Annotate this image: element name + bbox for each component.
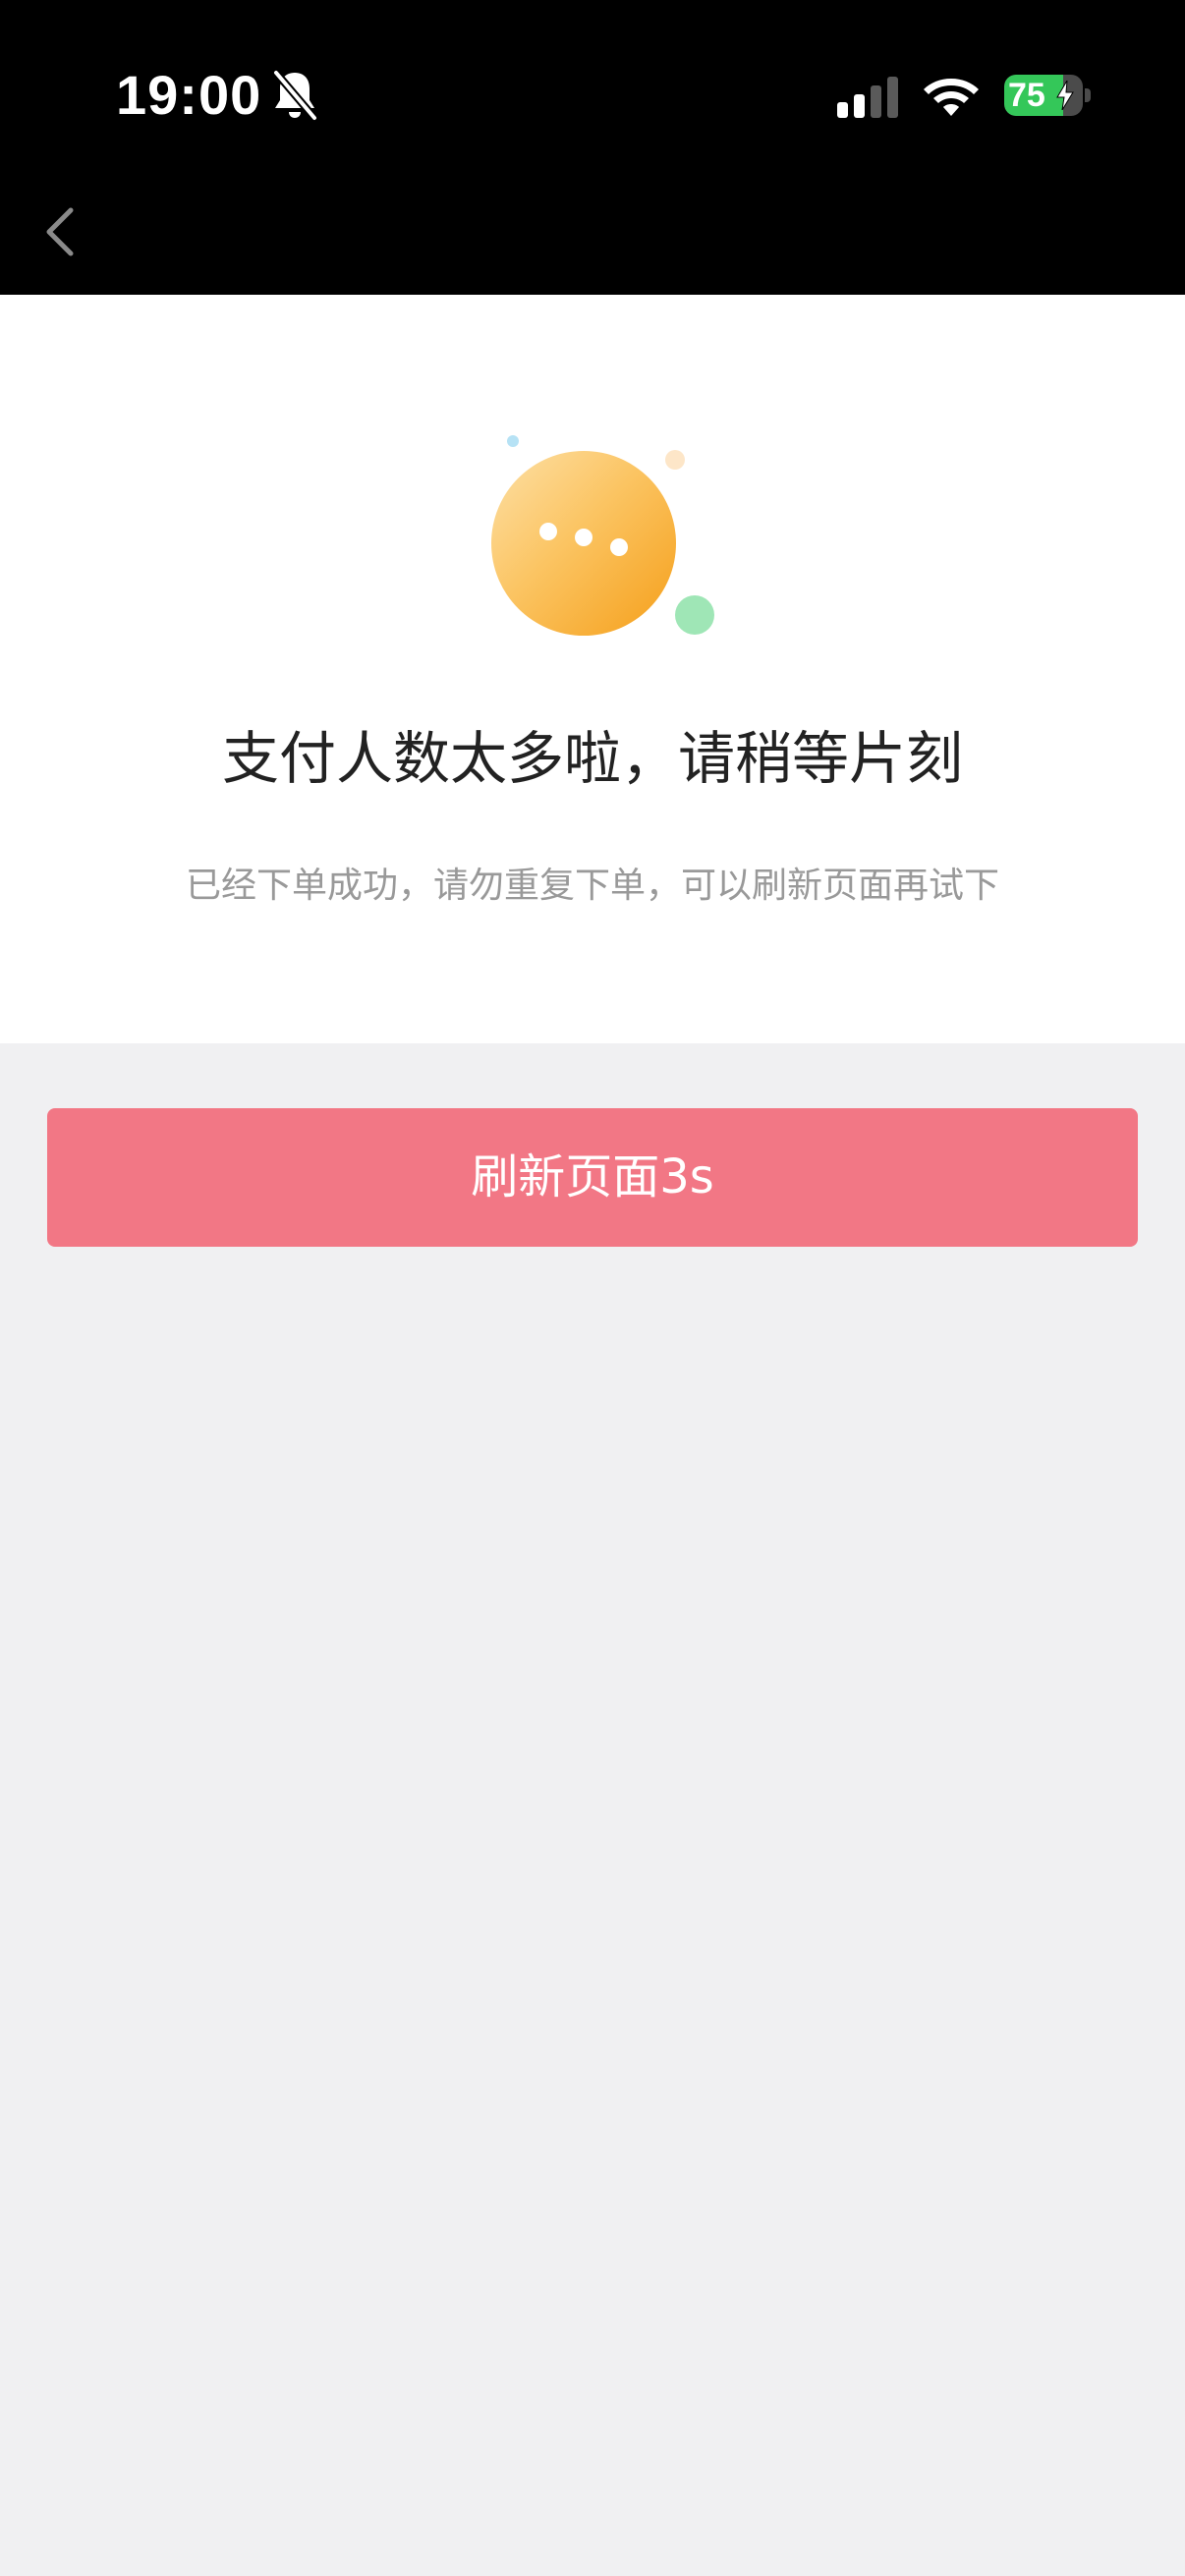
bell-off-icon <box>272 69 318 122</box>
status-time: 19:00 <box>116 64 262 126</box>
status-and-nav-bar: 19:00 75 <box>0 0 1185 295</box>
signal-icon <box>837 77 898 118</box>
chevron-left-icon <box>46 207 74 256</box>
battery-cap <box>1085 88 1091 102</box>
back-button[interactable] <box>29 187 92 273</box>
page-title: 支付人数太多啦，请稍等片刻 <box>221 725 963 792</box>
battery-icon: 75 <box>1004 75 1083 116</box>
wifi-icon <box>924 79 979 116</box>
message-card: 支付人数太多啦，请稍等片刻 已经下单成功，请勿重复下单，可以刷新页面再试下 <box>0 295 1185 1043</box>
chat-bubble-dots-icon <box>491 435 714 636</box>
page-subtitle: 已经下单成功，请勿重复下单，可以刷新页面再试下 <box>185 866 999 906</box>
battery-level: 75 <box>1008 77 1045 114</box>
bolt-icon <box>1056 81 1074 110</box>
battery-indicator: 75 <box>1004 75 1091 116</box>
payment-busy-page: 19:00 75 支付人数太多啦，请稍等片刻 已经下单成功，请勿重复下单，可以刷… <box>0 0 1185 2576</box>
refresh-page-button[interactable]: 刷新页面3s <box>47 1108 1138 1247</box>
